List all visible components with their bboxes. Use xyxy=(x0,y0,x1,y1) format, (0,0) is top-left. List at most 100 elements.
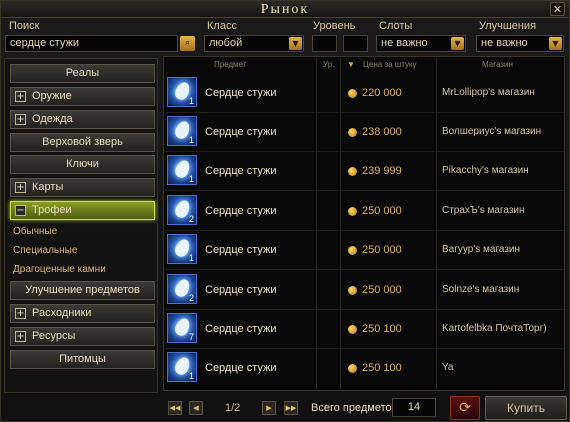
sidebar-item-label: Верховой зверь xyxy=(42,136,123,148)
page-indicator: 1/2 xyxy=(225,402,241,414)
sidebar-item-label: Питомцы xyxy=(59,353,106,365)
frost-heart-icon: 1 xyxy=(167,116,197,146)
search-input[interactable]: сердце стужи xyxy=(5,35,178,52)
gold-coin-icon xyxy=(348,167,357,176)
sidebar-item-label: Расходники xyxy=(32,307,92,319)
frost-heart-icon: 2 xyxy=(167,195,197,225)
total-items-label: Всего предметов xyxy=(311,402,398,414)
gold-coin-icon xyxy=(348,207,357,216)
sidebar-item-upgrades[interactable]: Улучшение предметов xyxy=(10,281,155,300)
class-select[interactable]: любой ▼ xyxy=(204,35,304,52)
item-quantity: 1 xyxy=(188,253,194,263)
item-quantity: 2 xyxy=(188,214,194,224)
item-name: Сердце стужи xyxy=(205,87,277,99)
expand-icon[interactable]: + xyxy=(15,308,26,319)
slots-select[interactable]: не важно ▼ xyxy=(376,35,466,52)
shop-name: Волшериус's магазин xyxy=(442,126,542,137)
upgrades-select[interactable]: не важно ▼ xyxy=(476,35,564,52)
item-name: Сердце стужи xyxy=(205,362,277,374)
gold-coin-icon xyxy=(348,128,357,137)
item-price: 220 000 xyxy=(362,87,402,99)
gold-coin-icon xyxy=(348,89,357,98)
sidebar-item-resources[interactable]: + Ресурсы xyxy=(10,327,155,346)
table-row[interactable]: 1 Сердце стужи 239 999 Pikacchy's магази… xyxy=(165,153,564,191)
slots-label: Слоты xyxy=(379,20,413,32)
prev-page-icon[interactable]: ◀ xyxy=(189,401,203,415)
item-name: Сердце стужи xyxy=(205,165,277,177)
shop-name: Solnze's магазин xyxy=(442,284,520,295)
frost-heart-icon: 1 xyxy=(167,155,197,185)
search-label: Поиск xyxy=(9,20,40,32)
sidebar-subitem-special[interactable]: Специальные xyxy=(13,245,77,256)
close-icon[interactable]: ✕ xyxy=(550,2,565,16)
table-row[interactable]: 2 Сердце стужи 250 000 Solnze's магазин xyxy=(165,272,564,310)
next-page-icon[interactable]: ▶ xyxy=(262,401,276,415)
chevron-down-icon[interactable]: ▼ xyxy=(289,37,302,50)
chevron-down-icon[interactable]: ▼ xyxy=(549,37,562,50)
table-row[interactable]: 1 Сердце стужи 238 000 Волшериус's магаз… xyxy=(165,114,564,152)
sidebar-item-label: Улучшение предметов xyxy=(25,284,140,296)
sidebar-item-pets[interactable]: Питомцы xyxy=(10,350,155,369)
sidebar-item-keys[interactable]: Ключи xyxy=(10,155,155,174)
buy-button[interactable]: Купить xyxy=(485,396,567,420)
column-header-item[interactable]: Предмет xyxy=(214,60,247,69)
item-quantity: 1 xyxy=(188,174,194,184)
search-icon[interactable]: ⌕ xyxy=(180,36,195,51)
frost-heart-icon: 1 xyxy=(167,352,197,382)
frost-heart-icon: 2 xyxy=(167,274,197,304)
gold-coin-icon xyxy=(348,364,357,373)
item-price: 250 000 xyxy=(362,205,402,217)
table-row[interactable]: 1 Сердце стужи 250 000 Вагуур's магазин xyxy=(165,232,564,270)
first-page-icon[interactable]: ◀◀ xyxy=(168,401,182,415)
sidebar-item-trophies[interactable]: − Трофеи xyxy=(10,201,155,220)
sort-desc-icon[interactable]: ▼ xyxy=(347,60,355,69)
sidebar-item-mount[interactable]: Верховой зверь xyxy=(10,133,155,152)
level-from-input[interactable] xyxy=(312,35,337,52)
sidebar-subitem-gems[interactable]: Драгоценные камни xyxy=(13,264,106,275)
refresh-icon[interactable]: ⟳ xyxy=(450,396,480,420)
window-title: Рынок xyxy=(260,2,310,17)
table-row[interactable]: 1 Сердце стужи 220 000 MrLollipop's мага… xyxy=(165,75,564,113)
item-quantity: 1 xyxy=(188,96,194,106)
table-row[interactable]: 2 Сердце стужи 250 000 СтрахЪ's магазин xyxy=(165,193,564,231)
sidebar-item-weapons[interactable]: + Оружие xyxy=(10,87,155,106)
sidebar-subitem-common[interactable]: Обычные xyxy=(13,226,57,237)
chevron-down-icon[interactable]: ▼ xyxy=(451,37,464,50)
upgrades-label: Улучшения xyxy=(479,20,537,32)
level-to-input[interactable] xyxy=(343,35,368,52)
class-select-value: любой xyxy=(209,37,243,49)
expand-icon[interactable]: + xyxy=(15,114,26,125)
sidebar-item-consumables[interactable]: + Расходники xyxy=(10,304,155,323)
item-price: 250 100 xyxy=(362,323,402,335)
sidebar-item-label: Трофеи xyxy=(32,204,72,216)
shop-name: MrLollipop's магазин xyxy=(442,87,535,98)
gold-coin-icon xyxy=(348,325,357,334)
shop-name: Kartofelbka ПочтаТорг) xyxy=(442,323,547,334)
shop-name: СтрахЪ's магазин xyxy=(442,205,525,216)
item-name: Сердце стужи xyxy=(205,284,277,296)
item-name: Сердце стужи xyxy=(205,126,277,138)
level-label: Уровень xyxy=(313,20,356,32)
collapse-icon[interactable]: − xyxy=(15,205,26,216)
column-header-level[interactable]: Ур. xyxy=(323,60,334,69)
expand-icon[interactable]: + xyxy=(15,182,26,193)
sidebar-item-label: Ресурсы xyxy=(32,330,76,342)
shop-name: Вагуур's магазин xyxy=(442,244,521,255)
expand-icon[interactable]: + xyxy=(15,331,26,342)
last-page-icon[interactable]: ▶▶ xyxy=(284,401,298,415)
item-price: 250 100 xyxy=(362,362,402,374)
column-header-shop[interactable]: Магазин xyxy=(482,60,513,69)
column-header-price[interactable]: Цена за штуку xyxy=(363,60,417,69)
sidebar-item-label: Оружие xyxy=(32,90,72,102)
table-row[interactable]: 1 Сердце стужи 250 100 Ya xyxy=(165,350,564,388)
shop-name: Ya xyxy=(442,362,454,373)
sidebar-item-clothing[interactable]: + Одежда xyxy=(10,110,155,129)
item-price: 250 000 xyxy=(362,244,402,256)
sidebar-item-cards[interactable]: + Карты xyxy=(10,178,155,197)
table-row[interactable]: 7 Сердце стужи 250 100 Kartofelbka Почта… xyxy=(165,311,564,349)
sidebar-item-label: Реалы xyxy=(65,67,100,79)
item-quantity: 1 xyxy=(188,135,194,145)
sidebar-item-reals[interactable]: Реалы xyxy=(10,64,155,83)
expand-icon[interactable]: + xyxy=(15,91,26,102)
item-name: Сердце стужи xyxy=(205,244,277,256)
